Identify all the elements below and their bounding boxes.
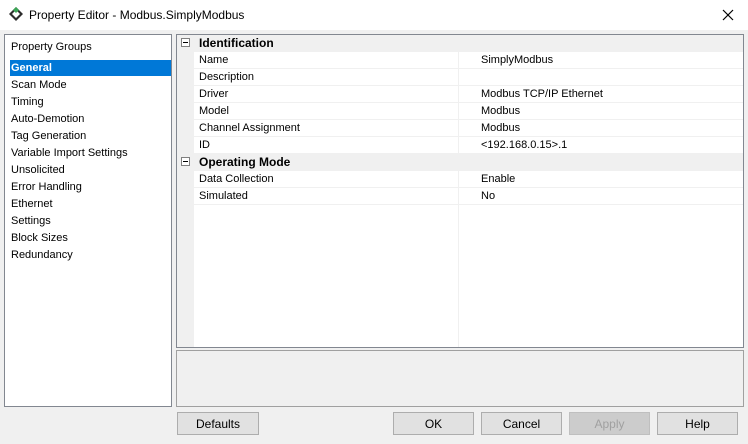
property-name: Channel Assignment — [199, 122, 300, 134]
property-row-model[interactable]: Model Modbus — [194, 103, 743, 120]
apply-button[interactable]: Apply — [569, 412, 650, 435]
property-row-data-collection[interactable]: Data Collection Enable — [194, 171, 743, 188]
category-operating-mode[interactable]: Operating Mode — [177, 154, 743, 171]
collapse-icon[interactable] — [181, 157, 190, 166]
category-label: Operating Mode — [199, 155, 291, 169]
property-row-driver[interactable]: Driver Modbus TCP/IP Ethernet — [194, 86, 743, 103]
group-item-redundancy[interactable]: Redundancy — [10, 247, 171, 263]
collapse-icon[interactable] — [181, 38, 190, 47]
group-item-unsolicited[interactable]: Unsolicited — [10, 162, 171, 178]
group-item-ethernet[interactable]: Ethernet — [10, 196, 171, 212]
help-button[interactable]: Help — [657, 412, 738, 435]
property-name: Model — [199, 105, 229, 117]
property-row-simulated[interactable]: Simulated No — [194, 188, 743, 205]
property-value[interactable]: <192.168.0.15>.1 — [481, 139, 567, 151]
property-value[interactable]: SimplyModbus — [481, 54, 553, 66]
category-identification[interactable]: Identification — [177, 35, 743, 52]
property-grid: Identification Name SimplyModbus Descrip… — [176, 34, 744, 348]
property-name: Name — [199, 54, 229, 66]
property-name: Data Collection — [199, 173, 274, 185]
property-name: ID — [199, 139, 210, 151]
group-item-settings[interactable]: Settings — [10, 213, 171, 229]
property-value[interactable]: No — [481, 190, 495, 202]
group-item-general[interactable]: General — [10, 60, 171, 76]
property-row-id[interactable]: ID <192.168.0.15>.1 — [194, 137, 743, 154]
property-value[interactable]: Modbus — [481, 122, 520, 134]
grid-gutter — [177, 35, 194, 347]
cancel-button[interactable]: Cancel — [481, 412, 562, 435]
property-row-description[interactable]: Description — [194, 69, 743, 86]
title-bar: Property Editor - Modbus.SimplyModbus — [0, 0, 748, 30]
property-name: Description — [199, 71, 255, 83]
property-row-channel-assignment[interactable]: Channel Assignment Modbus — [194, 120, 743, 137]
group-item-error-handling[interactable]: Error Handling — [10, 179, 171, 195]
window-title: Property Editor - Modbus.SimplyModbus — [29, 8, 245, 22]
property-name: Simulated — [199, 190, 248, 202]
close-button[interactable] — [708, 0, 748, 30]
group-item-block-sizes[interactable]: Block Sizes — [10, 230, 171, 246]
property-name: Driver — [199, 88, 229, 100]
group-item-variable-import-settings[interactable]: Variable Import Settings — [10, 145, 171, 161]
description-pane — [176, 350, 744, 407]
group-item-scan-mode[interactable]: Scan Mode — [10, 77, 171, 93]
group-item-auto-demotion[interactable]: Auto-Demotion — [10, 111, 171, 127]
category-label: Identification — [199, 36, 274, 50]
property-value[interactable]: Modbus TCP/IP Ethernet — [481, 88, 603, 100]
group-item-tag-generation[interactable]: Tag Generation — [10, 128, 171, 144]
close-icon — [722, 9, 734, 21]
kepware-diamond-icon — [9, 7, 23, 21]
property-value[interactable]: Modbus — [481, 105, 520, 117]
property-groups-header: Property Groups — [11, 41, 92, 53]
ok-button[interactable]: OK — [393, 412, 474, 435]
property-value[interactable]: Enable — [481, 173, 515, 185]
defaults-button[interactable]: Defaults — [177, 412, 259, 435]
property-row-name[interactable]: Name SimplyModbus — [194, 52, 743, 69]
property-groups-panel: Property Groups General Scan Mode Timing… — [4, 34, 172, 407]
group-item-timing[interactable]: Timing — [10, 94, 171, 110]
